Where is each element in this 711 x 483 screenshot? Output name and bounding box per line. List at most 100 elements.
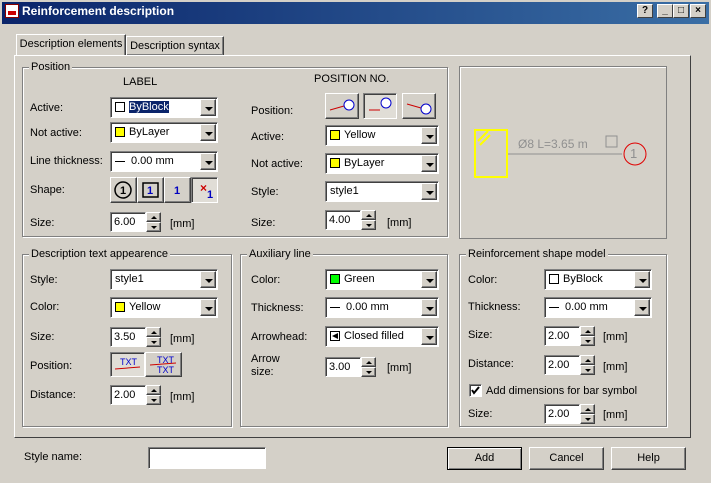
sm-thickness-value: 0.00 mm xyxy=(565,301,608,313)
chevron-down-icon[interactable] xyxy=(200,124,216,141)
sm-size2-spinner[interactable] xyxy=(580,404,595,424)
tab-description-syntax[interactable]: Description syntax xyxy=(126,36,224,56)
svg-text:×: × xyxy=(200,181,207,195)
chevron-down-icon[interactable] xyxy=(421,299,437,316)
add-dimensions-label[interactable]: Add dimensions for bar symbol xyxy=(486,385,637,397)
spin-down-icon[interactable] xyxy=(361,220,376,230)
aux-thickness-value: 0.00 mm xyxy=(346,301,389,313)
aux-color-select[interactable]: Green xyxy=(325,269,439,290)
size-unit: [mm] xyxy=(170,218,195,230)
sm-distance-spinner[interactable] xyxy=(580,355,595,375)
dt-position-above-button[interactable]: TXT xyxy=(110,352,145,377)
posno-position-left-button[interactable] xyxy=(325,93,359,119)
spin-up-icon[interactable] xyxy=(146,385,161,395)
spin-down-icon[interactable] xyxy=(580,365,595,375)
notactive-value: ByLayer xyxy=(129,126,170,138)
chevron-down-icon[interactable] xyxy=(200,153,216,170)
chevron-down-icon[interactable] xyxy=(200,99,216,116)
chevron-down-icon[interactable] xyxy=(421,127,437,144)
label-active-select[interactable]: ByBlock xyxy=(110,97,218,118)
thickness-label: Line thickness: xyxy=(30,155,103,167)
sm-color-label: Color: xyxy=(468,274,498,286)
add-dimensions-checkbox[interactable] xyxy=(469,384,482,397)
sm-color-select[interactable]: ByBlock xyxy=(544,269,652,290)
text-both-sides-icon: TXTTXT xyxy=(149,355,177,375)
sm-thickness-select[interactable]: 0.00 mm xyxy=(544,297,652,318)
shape-circle-button[interactable]: 1 xyxy=(110,177,137,203)
square-one-icon: 1 xyxy=(142,182,159,198)
minimize-button[interactable]: _ xyxy=(657,4,673,18)
posno-notactive-select[interactable]: ByLayer xyxy=(325,153,439,174)
label-notactive-select[interactable]: ByLayer xyxy=(110,122,218,143)
shape-plain-button[interactable]: 1 xyxy=(164,177,191,203)
label-size-input[interactable]: 6.00 xyxy=(110,212,146,232)
sm-size-input[interactable]: 2.00 xyxy=(544,326,580,346)
sm-size-unit: [mm] xyxy=(603,331,628,343)
aux-arrowsize-value: 3.00 xyxy=(329,361,351,373)
pos-label: Position: xyxy=(251,105,294,117)
circle-one-icon: 1 xyxy=(114,181,132,199)
chevron-down-icon[interactable] xyxy=(421,328,437,345)
aux-arrowsize-input[interactable]: 3.00 xyxy=(325,357,361,377)
size-spinner[interactable] xyxy=(146,212,161,232)
dt-size-spinner[interactable] xyxy=(146,327,161,347)
spin-down-icon[interactable] xyxy=(580,414,595,424)
spin-down-icon[interactable] xyxy=(580,336,595,346)
spin-down-icon[interactable] xyxy=(146,337,161,347)
spin-down-icon[interactable] xyxy=(146,222,161,232)
shape-square-button[interactable]: 1 xyxy=(137,177,164,203)
spin-up-icon[interactable] xyxy=(580,404,595,414)
spin-up-icon[interactable] xyxy=(146,212,161,222)
add-button[interactable]: Add xyxy=(447,447,522,470)
dt-style-select[interactable]: style1 xyxy=(110,269,218,290)
sm-size-spinner[interactable] xyxy=(580,326,595,346)
spin-up-icon[interactable] xyxy=(361,357,376,367)
dt-distance-spinner[interactable] xyxy=(146,385,161,405)
dt-position-both-button[interactable]: TXT TXT xyxy=(145,352,182,377)
posno-position-right-button[interactable] xyxy=(402,93,436,119)
spin-up-icon[interactable] xyxy=(580,355,595,365)
sm-distance-input[interactable]: 2.00 xyxy=(544,355,580,375)
spin-up-icon[interactable] xyxy=(361,210,376,220)
svg-text:TXT: TXT xyxy=(120,357,138,367)
line-icon xyxy=(549,306,559,308)
tab-description-elements[interactable]: Description elements xyxy=(16,34,126,56)
posno-active-select[interactable]: Yellow xyxy=(325,125,439,146)
chevron-down-icon[interactable] xyxy=(634,271,650,288)
spin-up-icon[interactable] xyxy=(580,326,595,336)
dt-distance-input[interactable]: 2.00 xyxy=(110,385,146,405)
dt-distance-unit: [mm] xyxy=(170,391,195,403)
chevron-down-icon[interactable] xyxy=(200,299,216,316)
chevron-down-icon[interactable] xyxy=(421,183,437,200)
aux-arrowhead-select[interactable]: Closed filled xyxy=(325,326,439,347)
shape-none-button[interactable]: × 1 xyxy=(191,177,218,203)
aux-thickness-select[interactable]: 0.00 mm xyxy=(325,297,439,318)
chevron-down-icon[interactable] xyxy=(634,299,650,316)
help-title-button[interactable]: ? xyxy=(637,4,653,18)
help-button[interactable]: Help xyxy=(611,447,686,470)
line-icon xyxy=(115,160,125,162)
chevron-down-icon[interactable] xyxy=(200,271,216,288)
posno-position-mid-button[interactable] xyxy=(363,93,397,119)
chevron-down-icon[interactable] xyxy=(421,271,437,288)
dt-color-select[interactable]: Yellow xyxy=(110,297,218,318)
line-thickness-select[interactable]: 0.00 mm xyxy=(110,151,218,172)
color-swatch xyxy=(115,127,125,138)
p-size-spinner[interactable] xyxy=(361,210,376,230)
spin-down-icon[interactable] xyxy=(361,367,376,377)
close-button[interactable]: × xyxy=(690,4,706,18)
sm-size2-input[interactable]: 2.00 xyxy=(544,404,580,424)
spin-up-icon[interactable] xyxy=(146,327,161,337)
aux-arrowsize-spinner[interactable] xyxy=(361,357,376,377)
color-swatch xyxy=(330,158,340,169)
chevron-down-icon[interactable] xyxy=(421,155,437,172)
cancel-button[interactable]: Cancel xyxy=(529,447,604,470)
dt-style-value: style1 xyxy=(115,273,144,285)
p-size-label: Size: xyxy=(251,217,276,229)
maximize-button[interactable]: □ xyxy=(673,4,689,18)
posno-size-input[interactable]: 4.00 xyxy=(325,210,361,230)
dt-size-input[interactable]: 3.50 xyxy=(110,327,146,347)
style-name-input[interactable] xyxy=(148,447,266,469)
spin-down-icon[interactable] xyxy=(146,395,161,405)
posno-style-select[interactable]: style1 xyxy=(325,181,439,202)
